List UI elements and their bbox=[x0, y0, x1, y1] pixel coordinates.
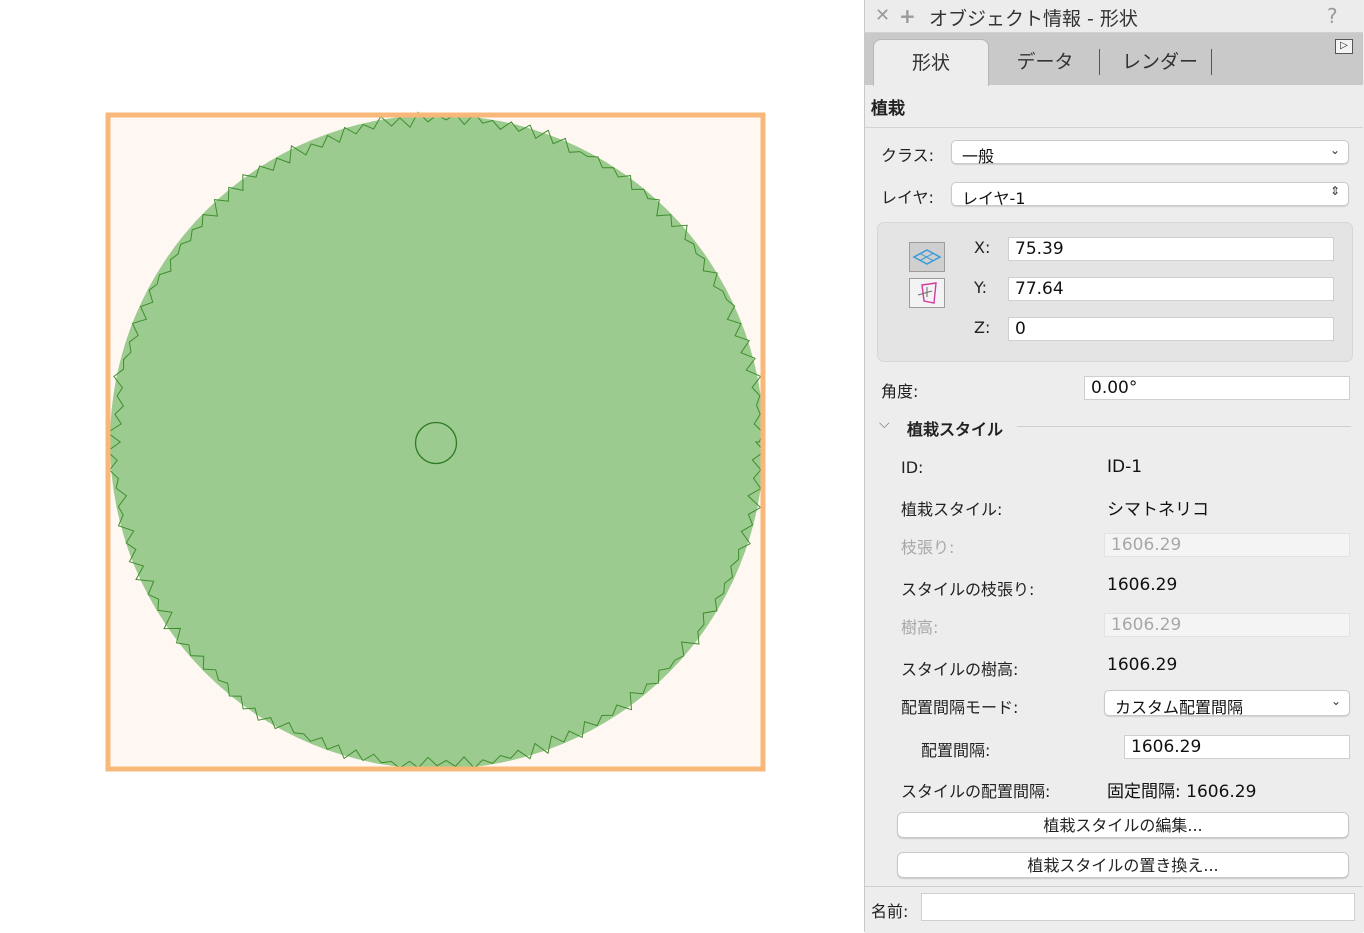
spread-label: 枝張り: bbox=[901, 538, 955, 557]
style-spacing-value: 固定間隔: 1606.29 bbox=[1107, 782, 1257, 802]
height-field: 1606.29 bbox=[1104, 613, 1350, 637]
z-value: 0 bbox=[1015, 319, 1026, 339]
name-bar: 名前: bbox=[865, 886, 1363, 933]
spacing-field[interactable]: 1606.29 bbox=[1124, 735, 1350, 759]
edit-style-button[interactable]: 植栽スタイルの編集... bbox=[897, 812, 1349, 838]
object-info-palette: ✕ + オブジェクト情報 - 形状 ? 形状 データ レンダー ▷ 植栽 クラス… bbox=[864, 0, 1364, 933]
coordinate-group: X: 75.39 Y: 77.64 Z: 0 bbox=[877, 222, 1353, 362]
palette-title: オブジェクト情報 - 形状 bbox=[929, 8, 1138, 30]
name-label: 名前: bbox=[871, 902, 909, 921]
z-label: Z: bbox=[974, 318, 991, 337]
replace-style-button[interactable]: 植栽スタイルの置き換え... bbox=[897, 852, 1349, 878]
tab-separator bbox=[1211, 49, 1212, 75]
style-name-value: シマトネリコ bbox=[1107, 500, 1209, 520]
tab-bar: 形状 データ レンダー ▷ bbox=[865, 33, 1363, 86]
y-field[interactable]: 77.64 bbox=[1008, 277, 1334, 301]
plant-canopy[interactable] bbox=[110, 115, 764, 769]
spread-value: 1606.29 bbox=[1111, 535, 1182, 555]
chevron-down-icon: ⌄ bbox=[1330, 694, 1341, 708]
tab-shape[interactable]: 形状 bbox=[873, 39, 989, 86]
spacing-mode-label: 配置間隔モード: bbox=[901, 698, 1019, 717]
angle-label: 角度: bbox=[881, 382, 919, 401]
y-value: 77.64 bbox=[1015, 279, 1064, 299]
palette-titlebar: ✕ + オブジェクト情報 - 形状 ? bbox=[865, 0, 1363, 33]
spacing-value: 1606.29 bbox=[1131, 737, 1202, 757]
class-value: 一般 bbox=[962, 147, 995, 166]
spacing-mode-select[interactable]: カスタム配置間隔 ⌄ bbox=[1104, 690, 1350, 717]
spacing-mode-value: カスタム配置間隔 bbox=[1115, 698, 1244, 717]
style-group-title[interactable]: 植栽スタイル bbox=[907, 416, 1003, 440]
layer-label: レイヤ: bbox=[881, 188, 934, 207]
tab-render[interactable]: レンダー bbox=[1105, 39, 1215, 85]
layer-select[interactable]: レイヤ-1 ⇕ bbox=[951, 182, 1349, 208]
tab-separator bbox=[1099, 49, 1100, 75]
play-icon[interactable]: ▷ bbox=[1335, 39, 1353, 54]
help-icon[interactable]: ? bbox=[1327, 4, 1338, 28]
x-field[interactable]: 75.39 bbox=[1008, 237, 1334, 261]
style-spacing-label: スタイルの配置間隔: bbox=[901, 782, 1051, 801]
divider bbox=[1017, 426, 1351, 427]
angle-value: 0.00° bbox=[1091, 378, 1138, 398]
style-spread-value: 1606.29 bbox=[1107, 575, 1178, 595]
x-value: 75.39 bbox=[1015, 239, 1064, 259]
chevron-down-icon[interactable]: ⌵ bbox=[879, 416, 890, 432]
plan-view-icon[interactable] bbox=[909, 242, 945, 272]
y-label: Y: bbox=[974, 278, 988, 297]
id-label: ID: bbox=[901, 458, 924, 477]
close-icon[interactable]: ✕ bbox=[875, 5, 890, 26]
up-down-chevron-icon: ⇕ bbox=[1329, 184, 1340, 198]
style-spread-label: スタイルの枝張り: bbox=[901, 580, 1035, 599]
class-select[interactable]: 一般 ⌄ bbox=[951, 140, 1349, 166]
tab-data[interactable]: データ bbox=[995, 39, 1095, 85]
3d-view-icon[interactable] bbox=[909, 278, 945, 308]
x-label: X: bbox=[974, 238, 991, 257]
angle-field[interactable]: 0.00° bbox=[1084, 376, 1350, 400]
layer-value: レイヤ-1 bbox=[962, 189, 1026, 208]
style-height-label: スタイルの樹高: bbox=[901, 660, 1019, 679]
canvas-drawing bbox=[105, 111, 766, 772]
drawing-canvas[interactable] bbox=[0, 0, 864, 932]
id-value: ID-1 bbox=[1107, 457, 1143, 477]
name-field[interactable] bbox=[921, 893, 1355, 921]
section-title: 植栽 bbox=[871, 99, 905, 119]
style-name-label: 植栽スタイル: bbox=[901, 500, 1003, 519]
height-value: 1606.29 bbox=[1111, 615, 1182, 635]
spread-field: 1606.29 bbox=[1104, 533, 1350, 557]
divider bbox=[865, 127, 1363, 128]
chevron-down-icon: ⌄ bbox=[1329, 143, 1340, 157]
height-label: 樹高: bbox=[901, 618, 939, 637]
class-label: クラス: bbox=[881, 146, 935, 165]
spacing-label: 配置間隔: bbox=[921, 741, 991, 760]
style-height-value: 1606.29 bbox=[1107, 655, 1178, 675]
z-field[interactable]: 0 bbox=[1008, 317, 1334, 341]
plus-icon[interactable]: + bbox=[899, 4, 916, 28]
